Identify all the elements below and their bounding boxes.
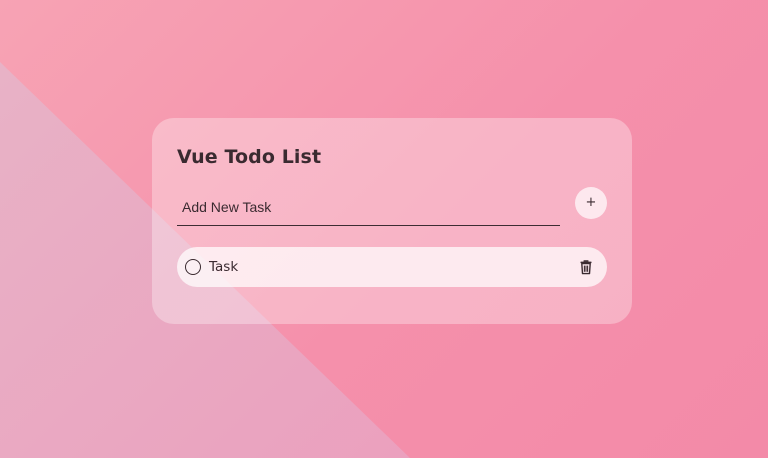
- task-label: Task: [209, 259, 239, 275]
- add-task-button[interactable]: +: [575, 187, 607, 219]
- todo-card: Vue Todo List + Task: [152, 118, 632, 324]
- task-complete-checkbox-icon[interactable]: [185, 259, 201, 275]
- page-title: Vue Todo List: [177, 146, 322, 168]
- task-list-item: Task: [177, 247, 607, 287]
- trash-icon[interactable]: [577, 258, 595, 276]
- new-task-input[interactable]: [177, 188, 560, 226]
